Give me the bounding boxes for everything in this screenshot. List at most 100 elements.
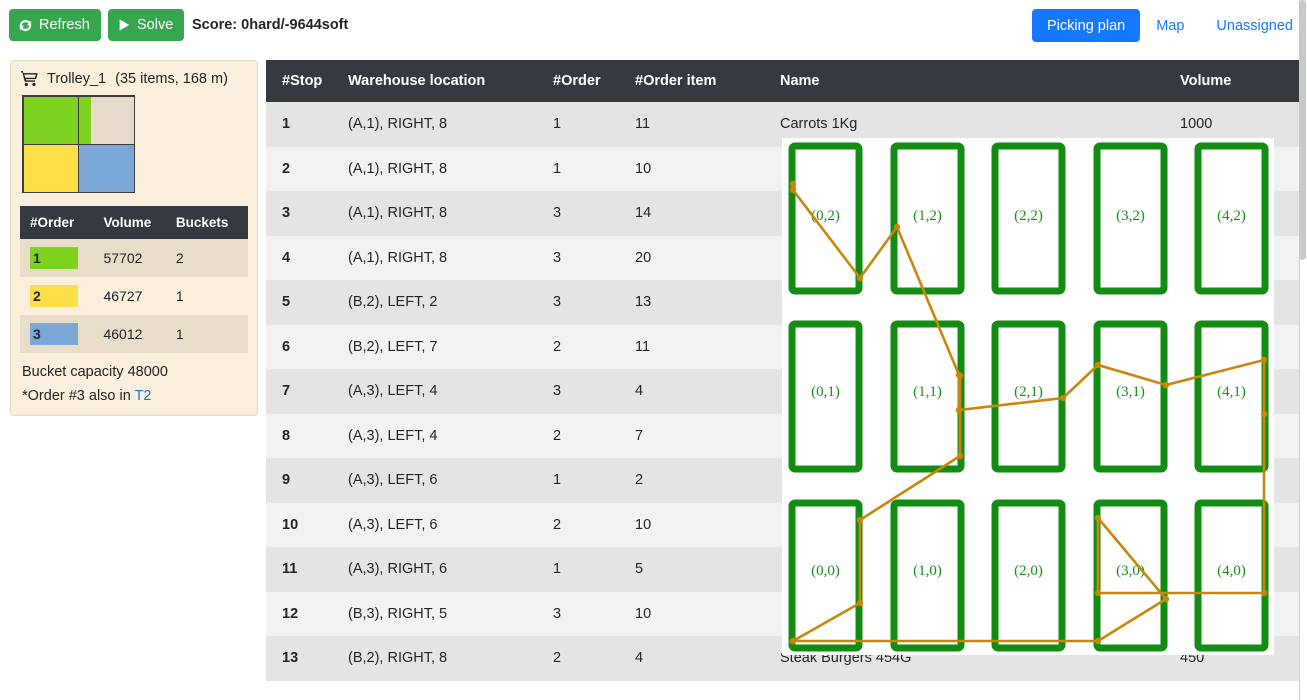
page-scrollbar-track[interactable] — [1299, 0, 1307, 700]
order-color-swatch: 3 — [30, 323, 78, 345]
cell-location: (B,3), RIGHT, 5 — [348, 605, 448, 622]
refresh-icon — [18, 18, 33, 33]
trolley-header: Trolley_1 (35 items, 168 m) — [11, 61, 257, 91]
cell-order: 2 — [553, 427, 562, 444]
route-waypoint-dot — [1094, 361, 1102, 369]
order-volume-cell: 57702 — [103, 250, 143, 266]
cell-order: 1 — [553, 116, 562, 133]
cell-location: (B,2), LEFT, 7 — [348, 338, 438, 355]
order-row: 3 46012 1 — [20, 315, 248, 353]
volume-col-header: Volume — [97, 206, 170, 239]
order-id-cell: 2 — [20, 277, 97, 315]
picking-table-header-row: #Stop Warehouse location #Order #Order i… — [266, 60, 1301, 102]
cell-order: 3 — [553, 605, 562, 622]
route-waypoint-dot — [1260, 410, 1268, 418]
bucket-cell — [22, 143, 79, 193]
cell-order-item: 4 — [635, 650, 644, 667]
route-waypoint-dot — [1094, 637, 1102, 645]
nav-picking-plan[interactable]: Picking plan — [1032, 9, 1141, 42]
shelf-label: (4,1) — [1217, 384, 1246, 400]
page-scrollbar-thumb[interactable] — [1299, 0, 1306, 260]
cell-order-item: 7 — [635, 427, 644, 444]
route-waypoint-dot — [893, 223, 901, 231]
warehouse-map-overlay[interactable]: (0,2) (1,2) (2,2) (3,2) (4,2) (0,1) (1,1) (2,1)… — [782, 138, 1274, 655]
route-waypoint-dot — [956, 372, 964, 380]
order-buckets-cell: 1 — [175, 326, 184, 342]
route-waypoint-dot — [789, 637, 797, 645]
refresh-button[interactable]: Refresh — [9, 9, 101, 41]
col-header-location: Warehouse location — [348, 60, 553, 102]
order-color-swatch: 2 — [30, 285, 78, 307]
cell-order: 3 — [553, 294, 562, 311]
cell-stop: 7 — [282, 383, 291, 400]
solve-button[interactable]: Solve — [108, 9, 185, 41]
cell-stop: 8 — [282, 427, 291, 444]
nav-map[interactable]: Map — [1140, 9, 1200, 42]
cell-order: 2 — [553, 338, 562, 355]
bucket-capacity-text: Bucket capacity 48000 — [22, 364, 168, 380]
route-waypoint-dot — [1162, 381, 1170, 389]
cell-order-item: 10 — [635, 605, 652, 622]
cell-order-item: 2 — [635, 472, 644, 489]
cell-location: (A,3), LEFT, 4 — [348, 383, 438, 400]
col-header-stop: #Stop — [266, 60, 348, 102]
order-note-link[interactable]: T2 — [135, 388, 152, 404]
order-note: *Order #3 also in T2 — [11, 383, 257, 415]
cell-order: 2 — [553, 650, 562, 667]
route-waypoint-dot — [1162, 595, 1170, 603]
cell-order-item: 4 — [635, 383, 644, 400]
cell-stop: 1 — [282, 116, 291, 133]
shelf-label: (0,0) — [811, 563, 840, 579]
cell-stop: 11 — [282, 561, 298, 578]
cell-location: (A,1), RIGHT, 8 — [348, 249, 448, 266]
cell-order: 1 — [553, 160, 562, 177]
cell-stop: 4 — [282, 249, 291, 266]
view-nav: Picking plan Map Unassigned — [1032, 9, 1299, 42]
route-waypoint-dot — [856, 274, 864, 282]
cell-order: 3 — [553, 249, 562, 266]
shelf-label: (2,0) — [1014, 563, 1043, 579]
cell-stop: 6 — [282, 338, 291, 355]
route-waypoint-dot — [856, 516, 864, 524]
route-waypoint-dot — [955, 406, 963, 414]
cell-location: (A,3), LEFT, 6 — [348, 472, 438, 489]
cell-order: 3 — [553, 383, 562, 400]
cell-location: (A,1), RIGHT, 8 — [348, 116, 448, 133]
shelf-label: (1,1) — [913, 384, 942, 400]
shelf-label: (3,0) — [1116, 563, 1145, 579]
shopping-cart-icon — [21, 70, 38, 87]
trolley-name: Trolley_1 — [47, 70, 107, 87]
play-icon — [117, 18, 131, 32]
cell-order-item: 13 — [635, 294, 652, 311]
bucket-cell — [78, 143, 135, 193]
order-row: 2 46727 1 — [20, 277, 248, 315]
bucket-cell — [78, 95, 135, 145]
route-waypoint-dot — [789, 180, 797, 188]
trolley-card: Trolley_1 (35 items, 168 m) #Order Volum… — [10, 60, 258, 416]
nav-unassigned[interactable]: Unassigned — [1200, 9, 1299, 42]
buckets-col-header: Buckets — [169, 206, 248, 239]
route-waypoint-dot — [1260, 356, 1268, 364]
route-waypoint-dot — [856, 599, 864, 607]
cell-order-item: 5 — [635, 561, 644, 578]
route-waypoint-dot — [1094, 589, 1102, 597]
cell-stop: 10 — [282, 516, 299, 533]
cell-order-item: 20 — [635, 249, 652, 266]
cell-location: (A,1), RIGHT, 8 — [348, 205, 448, 222]
col-header-name: Name — [780, 60, 1180, 102]
order-col-header: #Order — [20, 206, 98, 239]
cell-stop: 12 — [282, 605, 299, 622]
solve-button-label: Solve — [137, 16, 174, 33]
shelf-label: (3,1) — [1116, 384, 1145, 400]
route-waypoint-dot — [1260, 589, 1268, 597]
col-header-volume: Volume — [1180, 60, 1301, 102]
cell-location: (B,2), LEFT, 2 — [348, 294, 438, 311]
bucket-fill — [23, 144, 78, 192]
refresh-button-label: Refresh — [39, 16, 90, 33]
trolley-meta: (35 items, 168 m) — [115, 70, 228, 87]
bucket-fill — [23, 96, 78, 144]
order-table-header-row: #Order Volume Buckets — [20, 206, 248, 239]
score-display: Score: 0hard/-9644soft — [192, 17, 349, 33]
cell-stop: 3 — [282, 205, 291, 222]
cell-location: (A,1), RIGHT, 8 — [348, 160, 448, 177]
